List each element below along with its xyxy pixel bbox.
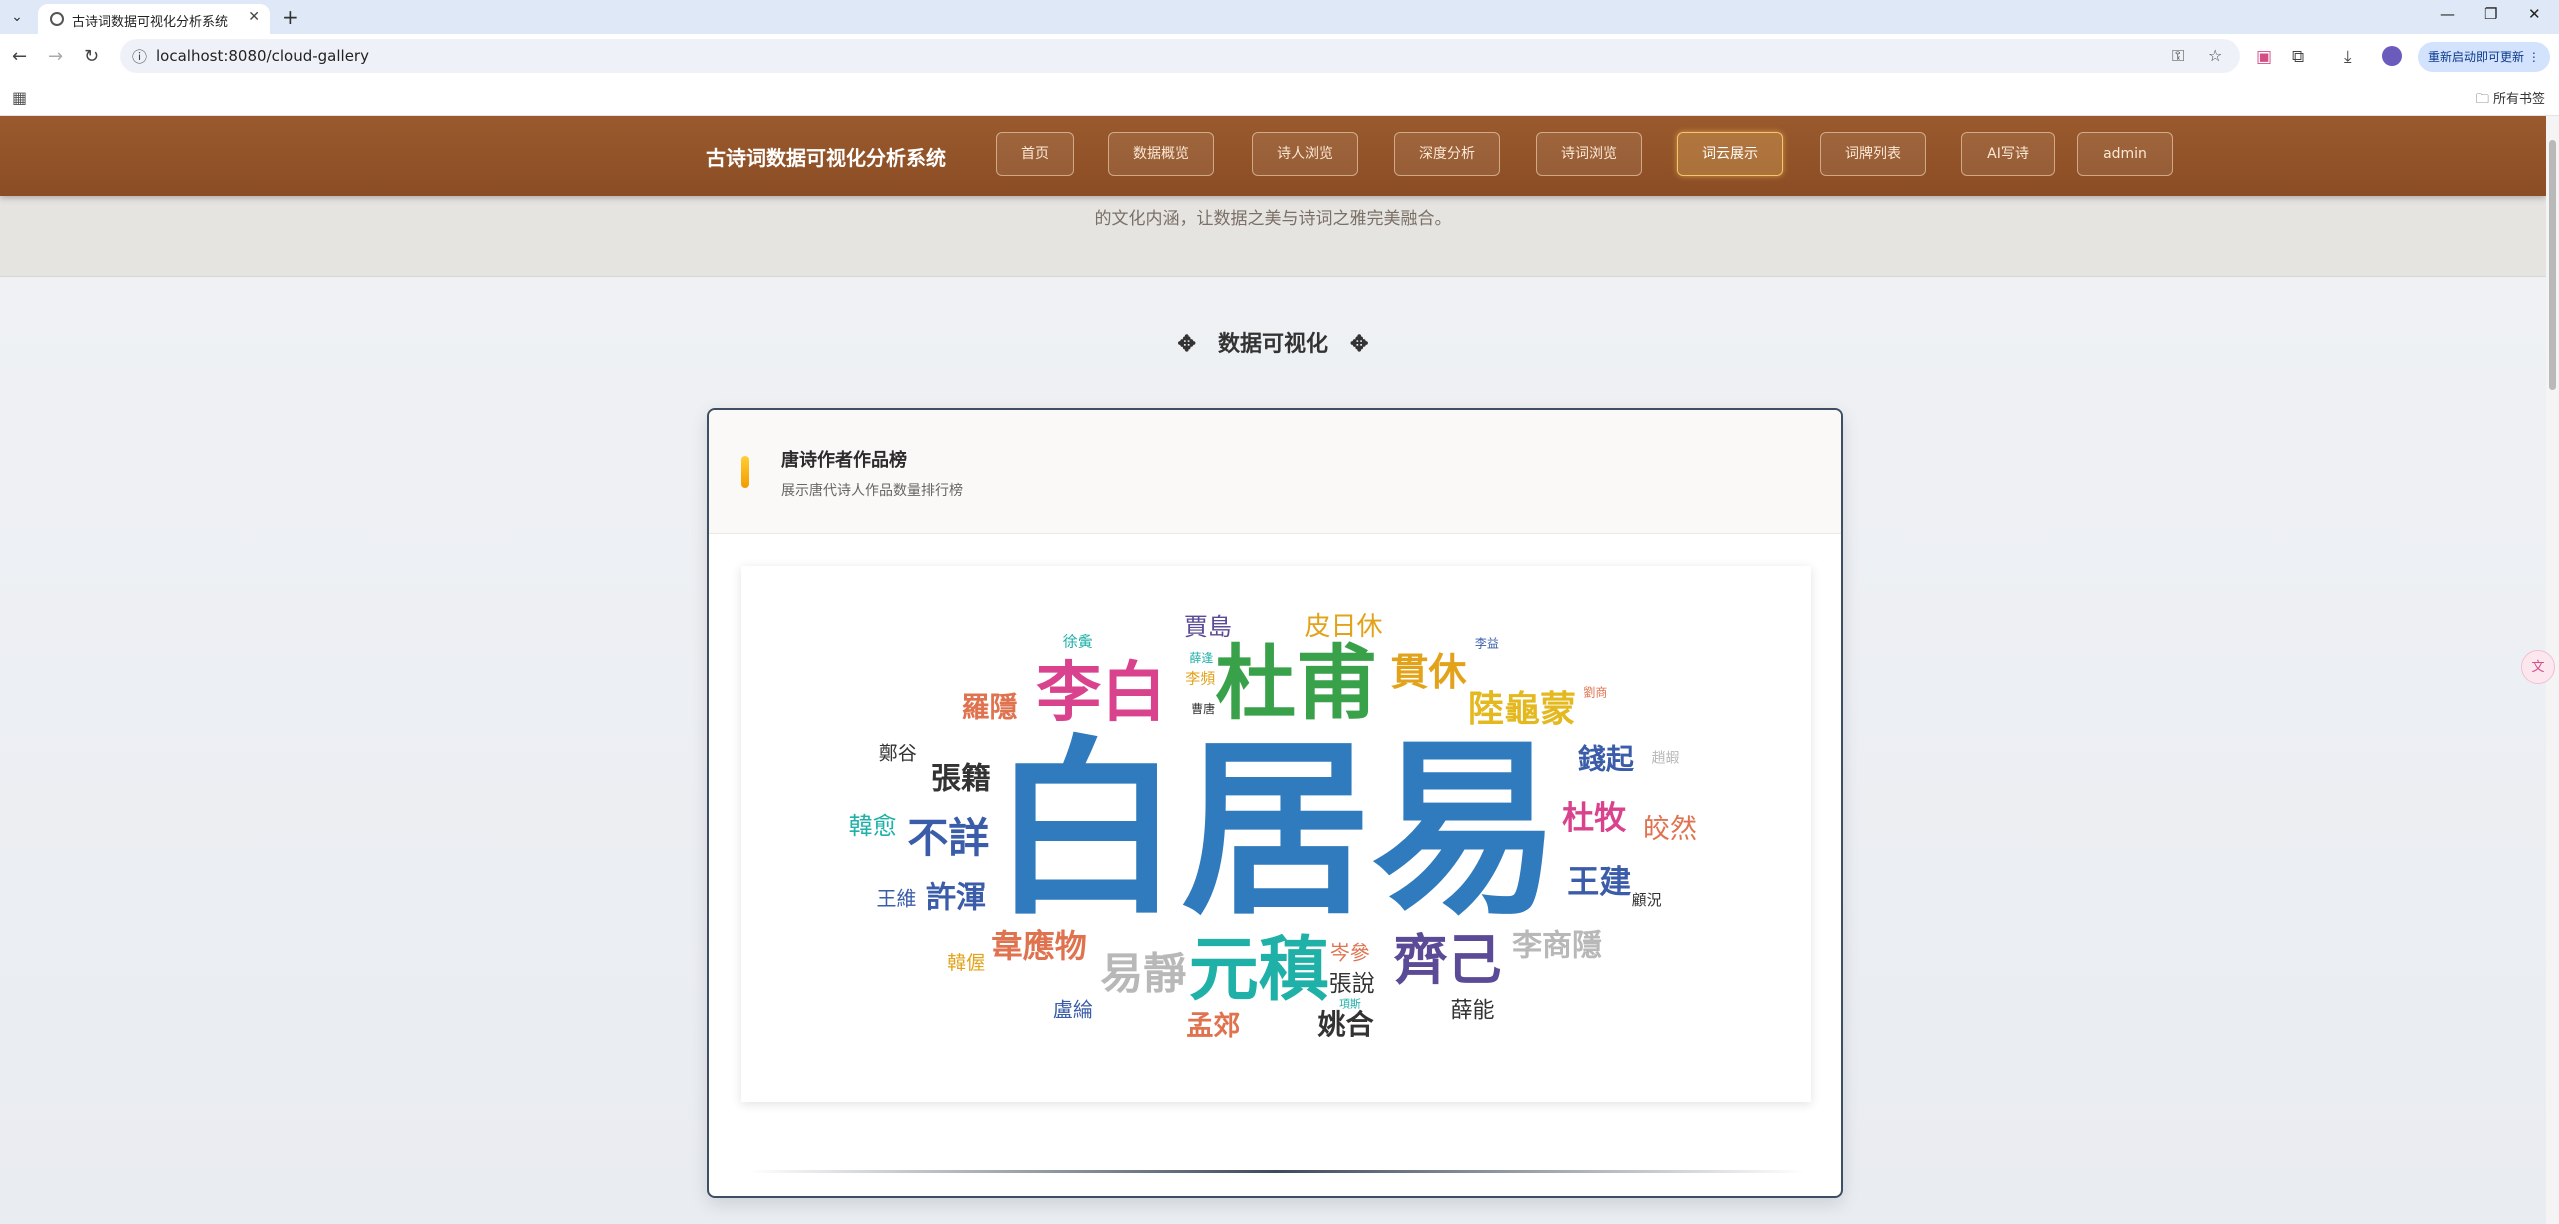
wordcloud-word: 陸龜蒙 <box>1468 688 1576 730</box>
nav-poem-browse[interactable]: 诗词浏览 <box>1536 132 1642 176</box>
restore-icon[interactable]: ❐ <box>2484 5 2497 23</box>
nav-poet-browse[interactable]: 诗人浏览 <box>1252 132 1358 176</box>
wordcloud-word: 薛能 <box>1451 998 1495 1023</box>
site-navbar: 古诗词数据可视化分析系统 首页 数据概览 诗人浏览 深度分析 诗词浏览 词云展示… <box>0 116 2546 196</box>
decor-right-icon: ✥ <box>1350 331 1369 357</box>
wordcloud-word: 孟郊 <box>1186 1011 1240 1042</box>
tab-title: 古诗词数据可视化分析系统 <box>72 15 229 30</box>
wordcloud-word: 項斯 <box>1339 997 1361 1010</box>
wordcloud-image: 白居易杜甫元稹 李白齊己 易靜 不詳 貫休陸龜蒙杜牧韋應物 王建 張籍許渾李商隱 錢起 羅隱姚合… <box>849 612 1697 1042</box>
password-key-icon[interactable]: ⚿ <box>2172 46 2184 66</box>
close-tab-icon[interactable]: ✕ <box>248 9 260 25</box>
wordcloud-word: 張說 <box>1329 971 1375 997</box>
wordcloud-word: 李白 <box>1036 655 1166 731</box>
scroll-thumb[interactable] <box>2549 140 2556 390</box>
nav-deep-analysis[interactable]: 深度分析 <box>1394 132 1500 176</box>
wordcloud-word: 杜甫 <box>1215 636 1377 731</box>
wordcloud-word: 貫休 <box>1390 649 1467 694</box>
wordcloud-word: 王建 <box>1567 862 1631 900</box>
wordcloud-word: 李商隱 <box>1512 929 1602 964</box>
nav-data-overview[interactable]: 数据概览 <box>1108 132 1214 176</box>
card-header: 唐诗作者作品榜 展示唐代诗人作品数量排行榜 <box>709 410 1841 534</box>
wordcloud-word: 張籍 <box>931 761 991 796</box>
bookmarks-bar: ▦ 🗀 所有书签 <box>0 80 2559 116</box>
decor-left-icon: ✥ <box>1177 331 1196 357</box>
download-icon[interactable]: ⤓ <box>2344 47 2352 67</box>
all-bookmarks-label: 所有书签 <box>2492 92 2545 107</box>
minimize-icon[interactable]: — <box>2440 5 2455 23</box>
browser-tab[interactable]: 古诗词数据可视化分析系统 ✕ <box>38 4 270 34</box>
wordcloud-word: 皎然 <box>1643 814 1697 845</box>
wordcloud-word: 曹唐 <box>1191 701 1215 716</box>
section-title-text: 数据可视化 <box>1217 331 1328 357</box>
extensions-puzzle-icon[interactable]: ⧉ <box>2292 47 2304 67</box>
wordcloud-frame: 白居易 杜甫元稹 李白齊己 易靜 不詳 貫休 陸龜蒙杜牧韋應物 王建 張籍許渾李商隱 錢起 羅隱姚合… <box>741 566 1811 1102</box>
browser-toolbar: ← → ↻ ⓘ localhost:8080/cloud-gallery ⚿ ☆… <box>0 34 2559 80</box>
wordcloud-word: 許渾 <box>926 881 986 916</box>
wordcloud-word: 鄭谷 <box>879 742 917 764</box>
wordcloud-word: 盧綸 <box>1053 998 1093 1022</box>
hero-text: 的文化内涵，让数据之美与诗词之雅完美融合。 <box>1094 209 1452 229</box>
wordcloud-word: 薛逢 <box>1189 651 1213 665</box>
address-bar[interactable]: ⓘ localhost:8080/cloud-gallery ⚿ ☆ <box>120 39 2240 73</box>
card-title: 唐诗作者作品榜 <box>781 450 907 471</box>
wordcloud-card: 唐诗作者作品榜 展示唐代诗人作品数量排行榜 白居易 杜甫元稹 李白齊己 易靜 不詳 貫休陸… <box>707 408 1843 1198</box>
extension-icon[interactable]: ▣ <box>2256 47 2272 67</box>
wordcloud-word: 姚合 <box>1317 1008 1375 1041</box>
nav-home[interactable]: 首页 <box>996 132 1074 176</box>
nav-wordcloud[interactable]: 词云展示 <box>1677 132 1783 176</box>
wordcloud-word: 顧況 <box>1632 891 1662 909</box>
wordcloud-word: 韓愈 <box>849 812 897 840</box>
nav-cipai-list[interactable]: 词牌列表 <box>1820 132 1926 176</box>
wordcloud-word: 齊己 <box>1394 928 1502 992</box>
page-viewport: 的文化内涵，让数据之美与诗词之雅完美融合。 古诗词数据可视化分析系统 首页 数据… <box>0 116 2546 1224</box>
wordcloud-word: 賈島 <box>1184 613 1232 641</box>
wordcloud-word: 羅隱 <box>961 691 1017 724</box>
all-bookmarks[interactable]: 🗀 所有书签 <box>2476 88 2545 112</box>
new-tab-icon[interactable]: + <box>282 5 299 29</box>
site-info-icon[interactable]: ⓘ <box>132 46 147 67</box>
wordcloud-word: 徐夤 <box>1063 633 1093 651</box>
wordcloud-word: 王維 <box>877 886 917 910</box>
card-divider <box>749 1170 1805 1173</box>
card-subtitle: 展示唐代诗人作品数量排行榜 <box>781 483 963 499</box>
forward-icon[interactable]: → <box>48 46 63 67</box>
wordcloud-word: 李益 <box>1475 635 1499 650</box>
nav-ai-poem[interactable]: AI写诗 <box>1961 132 2055 176</box>
close-window-icon[interactable]: ✕ <box>2528 5 2541 23</box>
wordcloud-word: 趙嘏 <box>1652 751 1680 767</box>
wordcloud-word: 韋應物 <box>991 927 1087 965</box>
wordcloud-word: 劉商 <box>1583 684 1607 699</box>
url-text[interactable]: localhost:8080/cloud-gallery <box>156 47 369 65</box>
update-button[interactable]: 重新启动即可更新 ⋮ <box>2418 42 2550 72</box>
wordcloud-word: 皮日休 <box>1304 612 1382 642</box>
wordcloud-word: 易靜 <box>1100 949 1186 999</box>
profile-avatar[interactable] <box>2382 46 2402 66</box>
wordcloud-word: 錢起 <box>1578 742 1635 775</box>
section-title: ✥ 数据可视化 ✥ <box>0 326 2546 358</box>
wordcloud-word: 韓偓 <box>947 952 985 974</box>
nav-admin[interactable]: admin <box>2077 132 2173 176</box>
apps-grid-icon[interactable]: ▦ <box>12 88 27 107</box>
wordcloud-word: 不詳 <box>907 814 989 862</box>
wordcloud-word: 元稹 <box>1189 927 1329 1010</box>
translate-float-icon[interactable]: 文 <box>2521 650 2555 684</box>
site-brand[interactable]: 古诗词数据可视化分析系统 <box>706 142 946 171</box>
accent-bar <box>741 456 749 488</box>
update-button-label: 重新启动即可更新 <box>2428 50 2525 64</box>
browser-tab-strip: ⌄ 古诗词数据可视化分析系统 ✕ + — ❐ ✕ <box>0 0 2559 34</box>
wordcloud-word: 白居易 <box>991 717 1561 940</box>
wordcloud-word: 李頻 <box>1185 669 1215 687</box>
back-icon[interactable]: ← <box>12 46 27 67</box>
wordcloud-word: 杜牧 <box>1562 799 1627 837</box>
wordcloud-word: 岑參 <box>1330 941 1370 965</box>
reload-icon[interactable]: ↻ <box>84 46 99 67</box>
tab-search-icon[interactable]: ⌄ <box>6 6 28 28</box>
globe-icon <box>50 12 64 26</box>
bookmark-star-icon[interactable]: ☆ <box>2208 46 2222 65</box>
